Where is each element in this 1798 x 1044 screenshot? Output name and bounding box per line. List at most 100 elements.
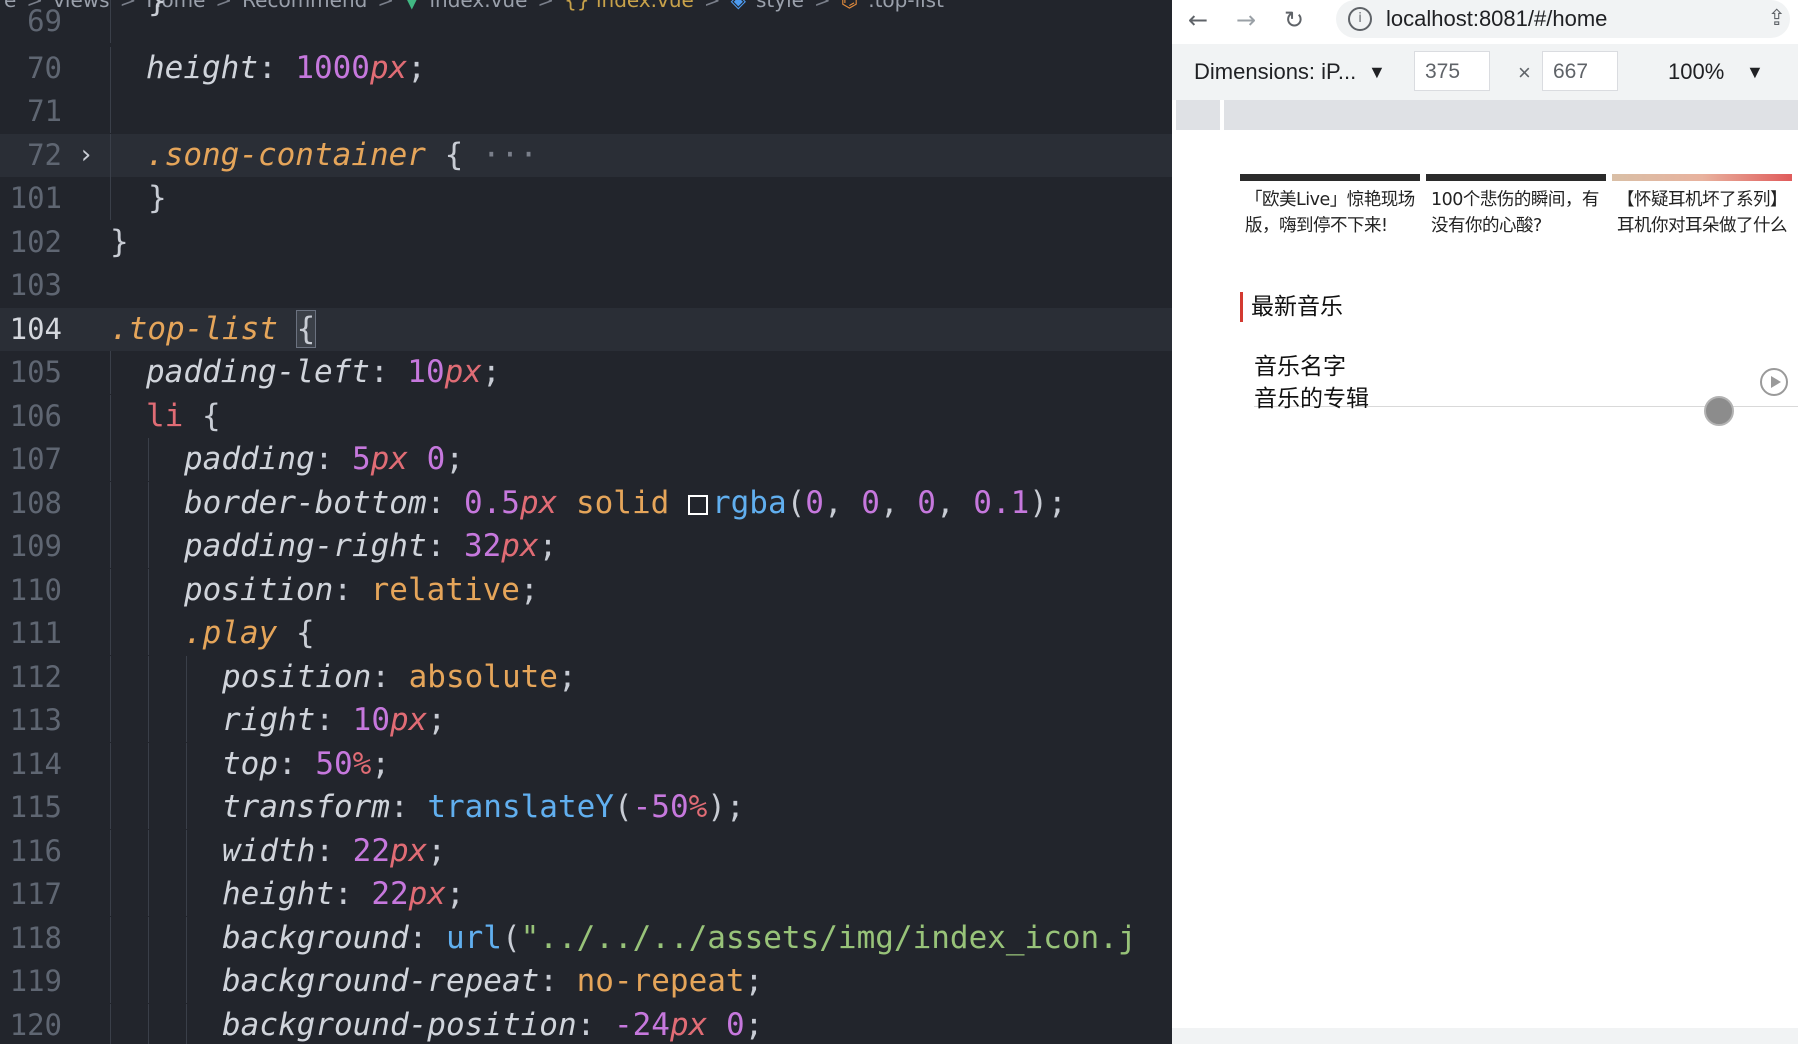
code-line[interactable]: 116 width: 22px; — [0, 830, 1172, 874]
code-line[interactable]: 69 } — [0, 0, 1172, 44]
indent-guide — [148, 786, 149, 830]
code-text: height: 1000px; — [146, 50, 426, 86]
chevron-right-icon[interactable]: › — [78, 134, 94, 177]
indent-guide — [186, 1004, 187, 1044]
line-number: 69 — [27, 4, 62, 38]
indent-guide — [110, 1004, 111, 1044]
code-line[interactable]: 105 padding-left: 10px; — [0, 351, 1172, 395]
device-viewport[interactable]: 「欧美Live」惊艳现场版，嗨到停不下来! 100个悲伤的瞬间，有没有你的心酸?… — [1240, 130, 1798, 1044]
browser-navbar: ← → ↻ i localhost:8081/#/home ⇪ — [1172, 0, 1798, 40]
reload-icon[interactable]: ↻ — [1274, 0, 1314, 40]
indent-guide — [148, 743, 149, 787]
code-line[interactable]: 108 border-bottom: 0.5px solid rgba(0, 0… — [0, 482, 1172, 526]
play-icon[interactable] — [1760, 368, 1788, 396]
code-text: padding: 5px 0; — [184, 441, 464, 477]
code-text: } — [148, 0, 167, 19]
line-number: 117 — [9, 877, 62, 911]
indent-guide — [110, 525, 111, 569]
code-line[interactable]: 101 } — [0, 177, 1172, 221]
code-line[interactable]: 112 position: absolute; — [0, 656, 1172, 700]
height-input[interactable]: 667 — [1542, 51, 1618, 91]
code-line[interactable]: 119 background-repeat: no-repeat; — [0, 960, 1172, 1004]
playlist-title[interactable]: 100个悲伤的瞬间，有没有你的心酸? — [1426, 181, 1606, 239]
indent-guide — [110, 699, 111, 743]
code-line[interactable]: 71 — [0, 90, 1172, 134]
playlist-cover[interactable] — [1612, 174, 1792, 181]
indent-guide — [110, 90, 111, 134]
line-number: 113 — [9, 703, 62, 737]
play-triangle — [1771, 376, 1781, 388]
code-line[interactable]: 117 height: 22px; — [0, 873, 1172, 917]
line-number: 115 — [9, 790, 62, 824]
code-text: .top-list { — [110, 310, 317, 348]
browser-window: ← → ↻ i localhost:8081/#/home ⇪ Dimensio… — [1172, 0, 1798, 1044]
arrow-right-icon[interactable]: → — [1226, 0, 1266, 40]
line-number: 108 — [9, 486, 62, 520]
width-input[interactable]: 375 — [1414, 51, 1490, 91]
code-line[interactable]: 70 height: 1000px; — [0, 47, 1172, 91]
code-line[interactable]: 114 top: 50%; — [0, 743, 1172, 787]
code-line[interactable]: 118 background: url("../../../assets/img… — [0, 917, 1172, 961]
line-number: 101 — [9, 181, 62, 215]
indent-guide — [110, 177, 111, 221]
song-album: 音乐的专辑 — [1254, 386, 1369, 412]
playlist-cover[interactable] — [1426, 174, 1606, 181]
indent-guide — [148, 482, 149, 526]
indent-guide — [148, 917, 149, 961]
code-line[interactable]: 72 › .song-container { ··· — [0, 134, 1172, 178]
ruler-bar — [1224, 100, 1798, 130]
playlist-title[interactable]: 「欧美Live」惊艳现场版，嗨到停不下来! — [1240, 181, 1420, 239]
indent-guide — [110, 351, 111, 395]
code-line[interactable]: 109 padding-right: 32px; — [0, 525, 1172, 569]
code-line[interactable]: 103 — [0, 264, 1172, 307]
share-icon[interactable]: ⇪ — [1768, 0, 1786, 38]
code-line[interactable]: 106 li { — [0, 395, 1172, 439]
color-swatch[interactable] — [687, 495, 708, 515]
code-text: padding-left: 10px; — [146, 354, 501, 390]
url-text[interactable]: localhost:8081/#/home — [1386, 0, 1607, 38]
touch-cursor-icon — [1704, 396, 1734, 426]
dimensions-select[interactable]: Dimensions: iP... — [1194, 44, 1356, 100]
browser-bottom-bar — [1172, 1028, 1798, 1044]
indent-guide — [148, 612, 149, 656]
playlist-card[interactable]: 100个悲伤的瞬间，有没有你的心酸? — [1426, 174, 1606, 239]
playlist-card[interactable]: 「欧美Live」惊艳现场版，嗨到停不下来! — [1240, 174, 1420, 239]
code-line[interactable]: 107 padding: 5px 0; — [0, 438, 1172, 482]
indent-guide — [110, 743, 111, 787]
code-editor[interactable]: e > views > Home > Recommend > ▼ index.v… — [0, 0, 1172, 1044]
indent-guide — [186, 656, 187, 700]
indent-guide — [110, 438, 111, 482]
code-text: background: url("../../../assets/img/ind… — [222, 920, 1137, 956]
code-line[interactable]: 102 } — [0, 221, 1172, 264]
song-list-item[interactable]: 音乐名字 音乐的专辑 — [1254, 352, 1798, 426]
line-number: 118 — [9, 921, 62, 955]
indent-guide — [186, 873, 187, 917]
code-line[interactable]: 115 transform: translateY(-50%); — [0, 786, 1172, 830]
line-number: 116 — [9, 834, 62, 868]
playlist-title[interactable]: 【怀疑耳机坏了系列】耳机你对耳朵做了什么 — [1612, 181, 1792, 239]
address-bar[interactable]: i localhost:8081/#/home ⇪ — [1336, 0, 1790, 38]
code-line[interactable]: 113 right: 10px; — [0, 699, 1172, 743]
code-text: } — [110, 224, 129, 260]
code-text: position: relative; — [184, 572, 539, 608]
arrow-left-icon[interactable]: ← — [1178, 0, 1218, 40]
code-text: li { — [146, 398, 221, 434]
code-line[interactable]: 120 background-position: -24px 0; — [0, 1004, 1172, 1044]
code-line-active[interactable]: 104 .top-list { — [0, 308, 1172, 352]
line-number: 109 — [9, 529, 62, 563]
line-number: 120 — [9, 1008, 62, 1042]
caret-down-icon[interactable]: ▼ — [1746, 44, 1764, 100]
indent-guide — [148, 1004, 149, 1044]
playlist-card[interactable]: 【怀疑耳机坏了系列】耳机你对耳朵做了什么 — [1612, 174, 1792, 239]
code-line[interactable]: 110 position: relative; — [0, 569, 1172, 613]
playlist-cover[interactable] — [1240, 174, 1420, 181]
line-number: 102 — [9, 225, 62, 259]
info-icon[interactable]: i — [1348, 7, 1372, 31]
code-text: padding-right: 32px; — [184, 528, 558, 564]
line-number: 106 — [9, 399, 62, 433]
indent-guide — [110, 917, 111, 961]
caret-down-icon[interactable]: ▼ — [1368, 44, 1386, 100]
zoom-select[interactable]: 100% — [1668, 44, 1724, 100]
code-line[interactable]: 111 .play { — [0, 612, 1172, 656]
code-text: height: 22px; — [222, 876, 465, 912]
